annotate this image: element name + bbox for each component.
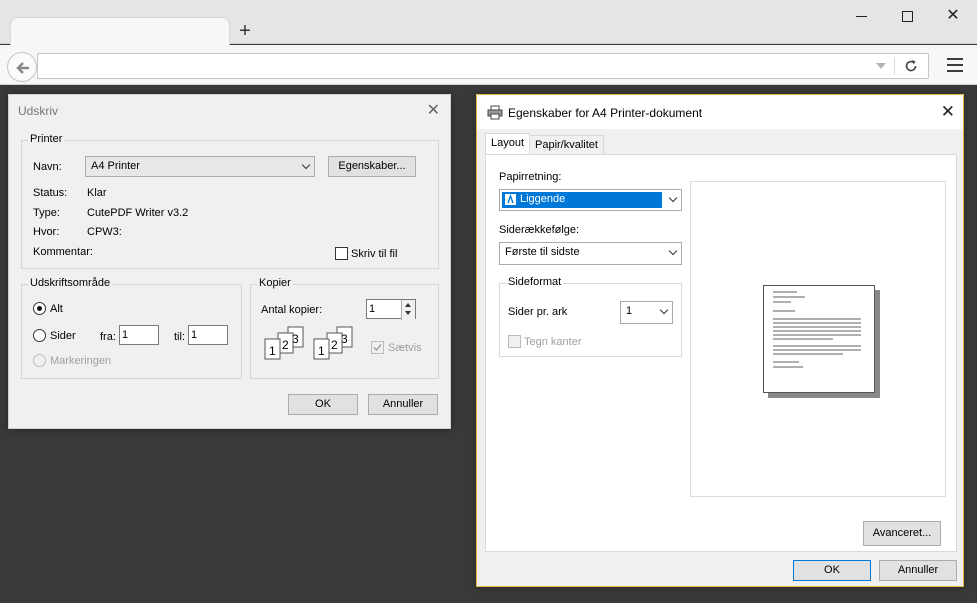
tab-paper-quality[interactable]: Papir/kvalitet [529,135,604,155]
close-icon[interactable]: ✕ [427,100,440,120]
svg-text:1: 1 [269,344,276,358]
to-value: 1 [191,329,198,341]
tab-layout[interactable]: Layout [485,133,531,155]
pages-per-sheet-select[interactable]: 1 [620,301,673,324]
range-pages-label: Sider [50,330,76,342]
status-label: Status: [33,187,68,199]
print-range-group: Udskriftsområde Alt Sider fra: 1 til: 1 … [21,277,242,379]
draw-borders-checkbox[interactable] [508,335,521,348]
close-icon[interactable]: ✕ [941,102,955,122]
browser-titlebar: + ✕ [0,0,977,45]
copies-count-value: 1 [369,303,376,315]
copies-count-label: Antal kopier: [261,304,323,316]
pages-per-sheet-label: Sider pr. ark [508,306,568,318]
chevron-down-icon [301,160,311,170]
printer-name-select[interactable]: A4 Printer [85,156,315,177]
document-preview [763,285,875,393]
copies-count-input[interactable]: 1 [366,299,416,320]
back-button[interactable] [7,52,37,82]
print-dialog-title: Udskriv [18,104,59,118]
minimize-button[interactable] [850,6,874,26]
orientation-select[interactable]: Liggende [499,189,682,211]
page-format-label: Sideformat [506,276,564,288]
print-dialog: Udskriv ✕ Printer Navn: A4 Printer Egens… [8,94,451,429]
page-order-select[interactable]: Første til sidste [499,242,682,265]
collate-checkbox[interactable] [371,341,384,354]
reload-icon[interactable] [903,58,919,74]
print-to-file-checkbox[interactable] [335,247,348,260]
svg-text:1: 1 [318,344,325,358]
landscape-icon [505,194,516,205]
range-selection-radio[interactable] [33,354,46,367]
printer-icon [487,105,503,120]
url-bar[interactable] [37,53,929,79]
collate-label: Sætvis [388,342,422,354]
copies-group: Kopier Antal kopier: 1 3 2 1 3 2 1 Sætvi… [250,277,439,379]
comment-label: Kommentar: [33,246,93,258]
range-all-label: Alt [50,303,63,315]
printer-properties-dialog: Egenskaber for A4 Printer-dokument ✕ Lay… [476,94,964,587]
browser-tab[interactable] [10,17,230,45]
cancel-button[interactable]: Annuller [368,394,438,415]
checkmark-icon [373,344,382,352]
properties-cancel-button[interactable]: Annuller [879,560,957,581]
chevron-down-icon [668,246,678,256]
chevron-down-icon [659,305,669,315]
printer-name-label: Navn: [33,161,62,173]
orientation-selected: Liggende [502,192,662,208]
close-window-button[interactable]: ✕ [941,6,965,26]
layout-tab-panel: Papirretning: Liggende Siderækkefølge: F… [485,154,957,552]
collate-pages-icon: 3 2 1 3 2 1 [264,326,353,360]
copies-spinner[interactable] [401,300,415,320]
orientation-value: Liggende [520,193,566,205]
type-value: CutePDF Writer v3.2 [87,207,189,219]
where-value: CPW3: [87,226,122,238]
copies-group-label: Kopier [257,277,293,289]
hamburger-menu-icon[interactable] [947,58,963,72]
back-arrow-icon [16,62,29,74]
page-order-label: Siderækkefølge: [499,224,580,236]
range-selection-label: Markeringen [50,355,112,367]
properties-titlebar: Egenskaber for A4 Printer-dokument ✕ [477,95,963,129]
maximize-button[interactable] [896,6,920,26]
printer-group-label: Printer [28,133,65,145]
to-label: til: [174,331,185,343]
properties-dialog-title: Egenskaber for A4 Printer-dokument [508,106,703,120]
chevron-down-icon [668,193,678,203]
browser-toolbar [0,45,977,85]
print-range-label: Udskriftsområde [28,277,113,289]
page-format-group: Sideformat Sider pr. ark 1 Tegn kanter [499,276,682,357]
range-all-radio[interactable] [33,302,46,315]
svg-text:2: 2 [282,338,289,352]
orientation-label: Papirretning: [499,171,562,183]
printer-name-value: A4 Printer [91,160,140,172]
pages-per-sheet-value: 1 [626,305,633,317]
draw-borders-label: Tegn kanter [524,336,582,348]
page-preview [690,181,946,497]
svg-text:2: 2 [331,338,338,352]
ok-button[interactable]: OK [288,394,358,415]
page-order-value: Første til sidste [505,246,580,258]
from-input[interactable]: 1 [119,325,159,345]
printer-properties-button[interactable]: Egenskaber... [328,156,416,177]
from-label: fra: [100,331,116,343]
print-to-file-label: Skriv til fil [351,248,398,260]
type-label: Type: [33,207,60,219]
status-value: Klar [87,187,107,199]
range-pages-radio[interactable] [33,329,46,342]
from-value: 1 [122,329,129,341]
url-separator [894,57,895,75]
new-tab-button[interactable]: + [236,20,254,42]
properties-ok-button[interactable]: OK [793,560,871,581]
where-label: Hvor: [33,226,60,238]
to-input[interactable]: 1 [188,325,228,345]
url-dropdown-icon[interactable] [876,63,886,69]
advanced-button[interactable]: Avanceret... [863,521,941,546]
printer-group: Printer Navn: A4 Printer Egenskaber... S… [21,133,439,269]
